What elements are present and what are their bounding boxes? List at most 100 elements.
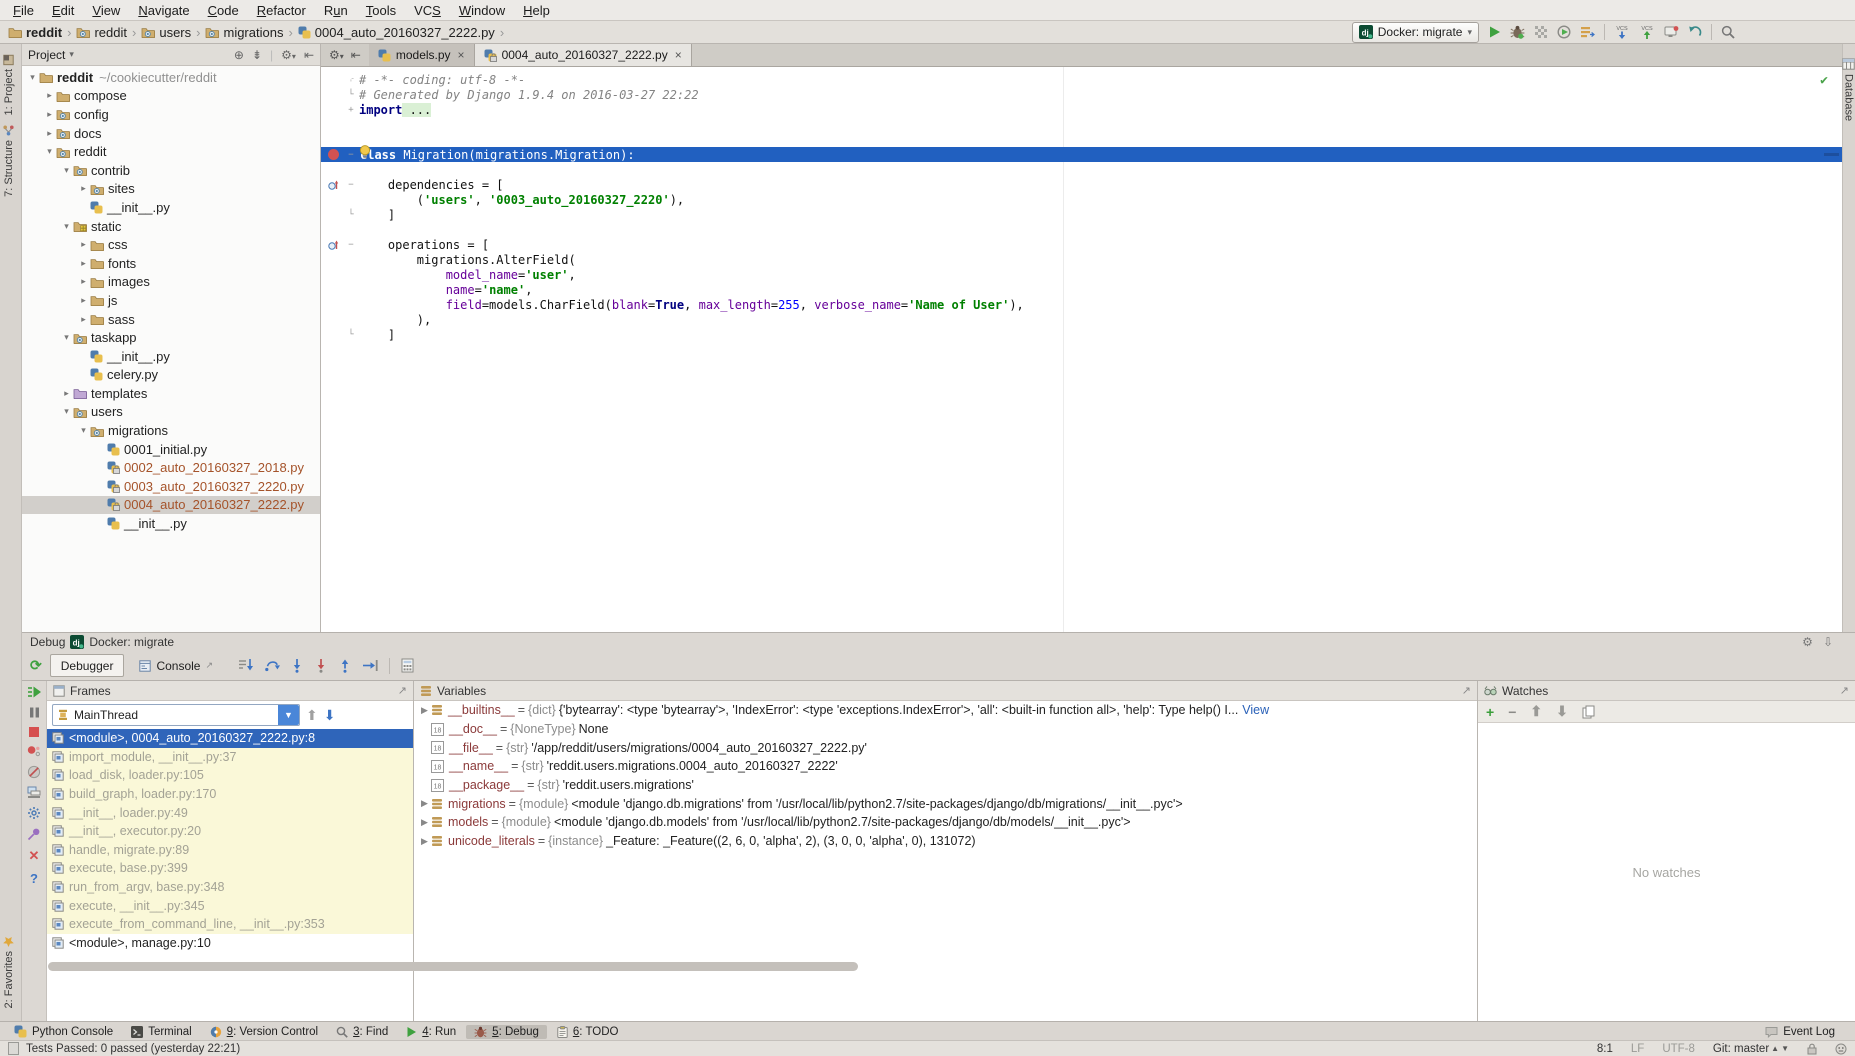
tree-expand-arrow[interactable]: ▸ [77,258,90,269]
tree-expand-arrow[interactable]: ▸ [43,109,56,120]
move-up-icon[interactable]: ⬆ [1530,703,1542,720]
debug-tab-debugger[interactable]: Debugger [50,654,125,677]
commit-dialog-icon[interactable] [1664,25,1679,39]
mute-breakpoints-icon[interactable] [27,765,41,779]
fold-marker[interactable]: └ [345,210,357,220]
tree-item-fonts[interactable]: ▸fonts [22,254,320,273]
breadcrumb-item[interactable]: migrations [205,25,283,40]
variable-row[interactable]: 18__name__={str}'reddit.users.migrations… [414,757,1477,776]
pin-icon[interactable]: ↗ [1840,684,1849,697]
settings-gear-icon[interactable] [27,806,41,820]
hide-panel-icon[interactable]: ⇤ [351,48,361,62]
step-over-icon[interactable] [264,658,280,673]
tool-window-button-3-find[interactable]: 3: Find [328,1025,396,1039]
tree-item-sass[interactable]: ▸sass [22,310,320,329]
breadcrumb-item[interactable]: users [141,25,191,40]
tree-item-0001-initial-py[interactable]: 0001_initial.py [22,440,320,459]
variable-row[interactable]: 18__file__={str}'/app/reddit/users/migra… [414,738,1477,757]
variable-row[interactable]: 18__package__={str}'reddit.users.migrati… [414,776,1477,795]
tree-item-0003-auto-20160327-2220-py[interactable]: 0003_auto_20160327_2220.py [22,477,320,496]
restore-layout-icon[interactable] [27,786,41,799]
run-config-select[interactable]: dj Docker: migrate ▾ [1352,22,1479,43]
tree-collapse-arrow[interactable]: ▾ [77,425,90,436]
stop-icon[interactable] [28,726,40,738]
expand-arrow-icon[interactable]: ▶ [418,705,431,716]
stack-frame[interactable]: execute_from_command_line, __init__.py:3… [47,915,413,934]
add-watch-icon[interactable]: + [1486,704,1494,720]
menu-item-view[interactable]: View [83,2,129,19]
tool-window-button-5-debug[interactable]: 5: Debug [466,1025,547,1039]
tree-item-migrations[interactable]: ▾migrations [22,421,320,440]
tree-item-sites[interactable]: ▸sites [22,180,320,199]
variable-row[interactable]: ▶migrations={module}<module 'django.db.m… [414,794,1477,813]
collapse-all-icon[interactable]: ⇟ [252,48,262,62]
tree-item--init-py[interactable]: __init__.py [22,347,320,366]
breadcrumb-item[interactable]: reddit [8,25,62,40]
step-out-icon[interactable] [338,658,352,673]
hector-icon[interactable] [1835,1043,1847,1055]
caret-position[interactable]: 8:1 [1597,1043,1613,1055]
close-tab-icon[interactable]: × [458,48,465,62]
fold-marker[interactable]: └ [345,90,357,100]
tree-collapse-arrow[interactable]: ▾ [60,165,73,176]
lock-icon[interactable] [1807,1043,1817,1055]
prev-frame-icon[interactable]: ⬆ [306,707,318,724]
gear-icon[interactable]: ⚙▾ [329,48,344,62]
tree-item-reddit[interactable]: ▾reddit~/cookiecutter/reddit [22,68,320,87]
pin-icon[interactable]: ↗ [398,684,407,697]
migrations-list-icon[interactable] [1580,25,1595,39]
tree-expand-arrow[interactable]: ▸ [77,183,90,194]
run-to-cursor-icon[interactable] [362,658,379,673]
stack-frame[interactable]: import_module, __init__.py:37 [47,748,413,767]
editor-tab-models-py[interactable]: models.py× [369,44,475,66]
tree-expand-arrow[interactable]: ▸ [77,239,90,250]
variable-row[interactable]: ▶unicode_literals={instance}_Feature: _F… [414,832,1477,851]
hide-debug-icon[interactable]: ⇩ [1823,635,1833,649]
tree-item-contrib[interactable]: ▾contrib [22,161,320,180]
stack-frame[interactable]: handle, migrate.py:89 [47,841,413,860]
editor-tab-0004-auto-20160327-2222-py[interactable]: 0004_auto_20160327_2222.py× [475,44,692,66]
stack-frame[interactable]: <module>, manage.py:10 [47,934,413,953]
chevron-down-icon[interactable]: ▼ [278,705,299,725]
locate-file-icon[interactable]: ⊕ [234,48,244,62]
tree-item-celery-py[interactable]: celery.py [22,366,320,385]
attach-profiler-icon[interactable] [1557,25,1571,39]
stack-frame[interactable]: execute, base.py:399 [47,859,413,878]
line-ending[interactable]: LF [1631,1043,1644,1055]
tree-collapse-arrow[interactable]: ▾ [60,406,73,417]
tree-item-js[interactable]: ▸js [22,291,320,310]
vcs-commit-icon[interactable]: VCS [1639,24,1655,40]
tree-item-templates[interactable]: ▸templates [22,384,320,403]
tool-window-button-python-console[interactable]: Python Console [6,1024,121,1039]
expand-arrow-icon[interactable]: ▶ [418,817,431,828]
rollback-icon[interactable] [1688,25,1702,39]
step-into-icon[interactable] [290,658,304,673]
tree-item-css[interactable]: ▸css [22,235,320,254]
tree-expand-arrow[interactable]: ▸ [77,314,90,325]
breakpoint-icon[interactable] [321,149,345,160]
expand-arrow-icon[interactable]: ▶ [418,836,431,847]
move-down-icon[interactable]: ⬇ [1556,703,1568,720]
tool-strip-button-structure[interactable]: 7: Structure [3,125,15,197]
fold-marker[interactable]: − [345,180,357,190]
evaluate-expression-icon[interactable] [400,658,415,673]
tree-expand-arrow[interactable]: ▸ [43,90,56,101]
intention-bulb-icon[interactable] [359,145,371,160]
variable-row[interactable]: ▶__builtins__={dict}{'bytearray': <type … [414,701,1477,720]
code-area[interactable]: ⌌# -*- coding: utf-8 -*-└# Generated by … [321,67,1842,632]
stack-frame[interactable]: build_graph, loader.py:170 [47,785,413,804]
rerun-icon[interactable]: ⟳ [30,657,42,674]
vcs-update-icon[interactable]: VCS [1614,24,1630,40]
expand-arrow-icon[interactable]: ▶ [418,798,431,809]
fold-marker[interactable]: └ [345,330,357,340]
menu-item-file[interactable]: File [4,2,43,19]
tree-collapse-arrow[interactable]: ▾ [60,221,73,232]
close-tab-icon[interactable]: × [675,48,682,62]
menu-item-edit[interactable]: Edit [43,2,83,19]
resume-icon[interactable] [27,685,42,699]
menu-item-navigate[interactable]: Navigate [129,2,198,19]
tree-item-images[interactable]: ▸images [22,273,320,292]
debug-tab-console[interactable]: Console↗ [128,654,224,677]
menu-item-window[interactable]: Window [450,2,514,19]
force-step-into-icon[interactable] [314,658,328,673]
